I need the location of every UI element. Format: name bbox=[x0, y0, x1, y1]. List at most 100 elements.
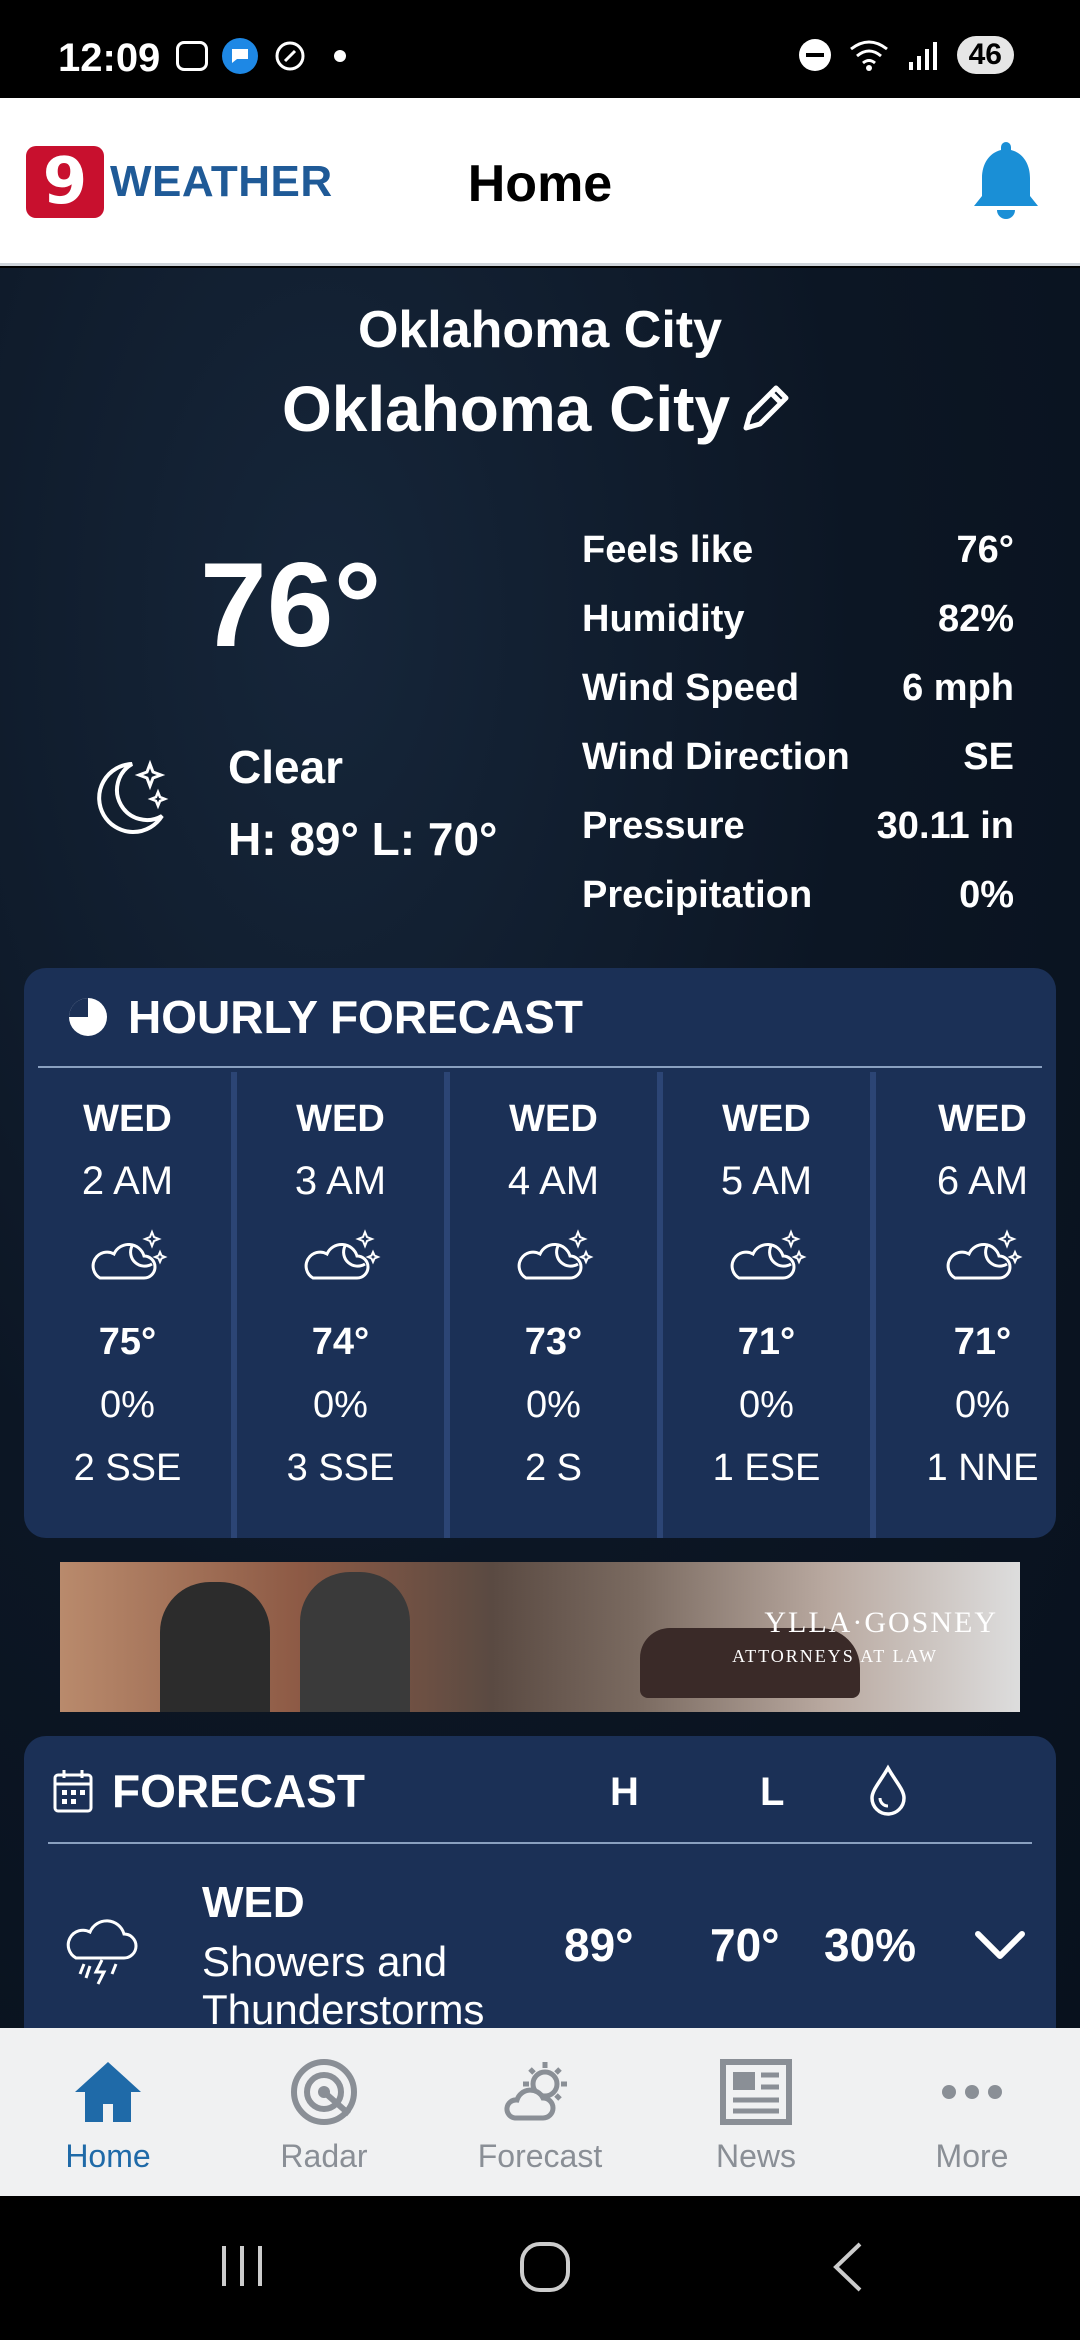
notifications-bell-icon[interactable] bbox=[968, 138, 1044, 222]
nav-radar[interactable]: Radar bbox=[216, 2028, 432, 2196]
system-navigation-bar bbox=[0, 2196, 1080, 2340]
detail-row: Precipitation 0% bbox=[582, 861, 1014, 930]
detail-row: Wind Direction SE bbox=[582, 723, 1014, 792]
detail-value: SE bbox=[963, 736, 1014, 778]
forecast-title: FORECAST bbox=[112, 1765, 365, 1817]
page-title: Home bbox=[467, 155, 613, 213]
ad-brand: YLLA·GOSNEY bbox=[764, 1606, 998, 1639]
messages-icon bbox=[222, 38, 258, 74]
detail-label: Humidity bbox=[582, 598, 745, 640]
nav-home[interactable]: Home bbox=[0, 2028, 216, 2196]
hour-day: WED bbox=[509, 1098, 598, 1140]
nav-forecast[interactable]: Forecast bbox=[432, 2028, 648, 2196]
daily-forecast-card: FORECAST H L WED Showers and Thunderstor… bbox=[24, 1736, 1056, 2028]
hour-wind: 2 S bbox=[524, 1447, 583, 1489]
clock-pie-icon bbox=[69, 998, 107, 1036]
hour-time: 5 AM bbox=[720, 1159, 813, 1203]
app-header: 9 WEATHER Home bbox=[0, 98, 1080, 266]
hour-temperature: 71° bbox=[737, 1321, 796, 1363]
back-icon[interactable] bbox=[826, 2240, 870, 2294]
status-system-icons: 46 bbox=[798, 36, 1014, 74]
location-label: Oklahoma City bbox=[357, 301, 723, 359]
hourly-forecast-title: HOURLY FORECAST bbox=[128, 991, 583, 1043]
forecast-icon bbox=[504, 2062, 567, 2121]
hour-time: 3 AM bbox=[294, 1159, 387, 1203]
cloudy-night-icon bbox=[730, 1229, 807, 1280]
hour-day: WED bbox=[722, 1098, 811, 1140]
hourly-item[interactable]: WED 4 AM 73° 0% 2 S bbox=[450, 1072, 663, 1538]
column-high-label: H bbox=[610, 1770, 639, 1814]
hourly-forecast-header: HOURLY FORECAST bbox=[38, 968, 1042, 1068]
forecast-day-row[interactable]: WED Showers and Thunderstorms 89° 70° 30… bbox=[24, 1848, 1056, 2028]
hourly-item[interactable]: WED 3 AM 74° 0% 3 SSE bbox=[237, 1072, 450, 1538]
hourly-item[interactable]: WED 2 AM 75° 0% 2 SSE bbox=[24, 1072, 237, 1538]
screenshot-icon bbox=[176, 41, 208, 71]
hour-temperature: 74° bbox=[311, 1321, 370, 1363]
hour-precipitation: 0% bbox=[739, 1384, 794, 1426]
cloudy-night-icon bbox=[91, 1229, 168, 1280]
current-temperature: 76° bbox=[200, 538, 382, 672]
forecast-title-group: FORECAST bbox=[52, 1764, 365, 1818]
hour-precipitation: 0% bbox=[313, 1384, 368, 1426]
ad-tagline: ATTORNEYS AT LAW bbox=[732, 1646, 938, 1666]
detail-label: Precipitation bbox=[582, 874, 813, 916]
high-low: H: 89° L: 70° bbox=[228, 813, 498, 865]
hour-precipitation: 0% bbox=[526, 1384, 581, 1426]
status-bar: 12:09 46 bbox=[0, 0, 1080, 98]
edit-location-pencil-icon[interactable] bbox=[736, 378, 796, 438]
signal-icon bbox=[908, 42, 937, 70]
recent-apps-icon[interactable] bbox=[216, 2240, 268, 2292]
hour-wind: 3 SSE bbox=[286, 1447, 395, 1489]
forecast-precipitation: 30% bbox=[824, 1919, 917, 1971]
detail-value: 6 mph bbox=[902, 667, 1014, 709]
chevron-down-icon[interactable] bbox=[972, 1926, 1028, 1966]
hourly-item[interactable]: WED 6 AM 71° 0% 1 NNE bbox=[876, 1072, 1056, 1538]
current-condition: Clear bbox=[228, 741, 344, 793]
nav-news-label: News bbox=[715, 2138, 796, 2174]
home-icon bbox=[75, 2062, 141, 2122]
nav-home-label: Home bbox=[65, 2138, 151, 2174]
detail-value: 76° bbox=[956, 529, 1014, 571]
ad-person-image bbox=[300, 1572, 410, 1712]
detail-label: Pressure bbox=[582, 805, 745, 847]
forecast-description: Showers and Thunderstorms bbox=[202, 1938, 485, 2028]
detail-row: Pressure 30.11 in bbox=[582, 792, 1014, 861]
hour-precipitation: 0% bbox=[100, 1384, 155, 1426]
ad-person-image bbox=[160, 1582, 270, 1712]
nav-more[interactable]: More bbox=[864, 2028, 1080, 2196]
hour-wind: 1 NNE bbox=[926, 1447, 1039, 1489]
precipitation-drop-icon bbox=[870, 1764, 906, 1816]
location-name[interactable]: Oklahoma City bbox=[0, 372, 1080, 446]
forecast-day: WED bbox=[202, 1878, 305, 1927]
sync-icon bbox=[272, 38, 308, 74]
detail-label: Feels like bbox=[582, 529, 754, 571]
detail-label: Wind Direction bbox=[582, 736, 850, 778]
news-icon bbox=[720, 2059, 792, 2125]
detail-row: Wind Speed 6 mph bbox=[582, 654, 1014, 723]
bottom-navigation: Home Radar Forecast News More bbox=[0, 2028, 1080, 2196]
hour-day: WED bbox=[296, 1098, 385, 1140]
hour-day: WED bbox=[938, 1098, 1027, 1140]
detail-value: 0% bbox=[959, 874, 1014, 916]
hour-time: 2 AM bbox=[81, 1159, 174, 1203]
battery-indicator: 46 bbox=[956, 36, 1014, 74]
notification-dot-icon bbox=[334, 50, 346, 62]
nav-more-label: More bbox=[935, 2138, 1009, 2174]
hour-wind: 1 ESE bbox=[712, 1447, 821, 1489]
home-button-icon[interactable] bbox=[518, 2240, 572, 2294]
hourly-forecast-card: HOURLY FORECAST WED 2 AM 75° 0% 2 SSE WE… bbox=[24, 968, 1056, 1538]
forecast-low: 70° bbox=[710, 1919, 780, 1971]
detail-value: 82% bbox=[937, 598, 1014, 640]
hourly-item[interactable]: WED 5 AM 71° 0% 1 ESE bbox=[663, 1072, 876, 1538]
current-details: Feels like 76° Humidity 82% Wind Speed 6 mp… bbox=[582, 516, 1014, 930]
daily-forecast-header: FORECAST H L bbox=[48, 1736, 1032, 1844]
radar-icon bbox=[291, 2059, 357, 2125]
thunderstorm-icon bbox=[66, 1919, 138, 1985]
do-not-disturb-icon bbox=[798, 39, 831, 71]
hourly-forecast-list[interactable]: WED 2 AM 75° 0% 2 SSE WED 3 AM 74° 0% 3 … bbox=[24, 1072, 1056, 1538]
detail-row: Feels like 76° bbox=[582, 516, 1014, 585]
ad-banner[interactable]: YLLA·GOSNEY ATTORNEYS AT LAW bbox=[60, 1562, 1020, 1712]
hour-temperature: 75° bbox=[98, 1321, 157, 1363]
nav-news[interactable]: News bbox=[648, 2028, 864, 2196]
cloudy-night-icon bbox=[946, 1229, 1023, 1280]
